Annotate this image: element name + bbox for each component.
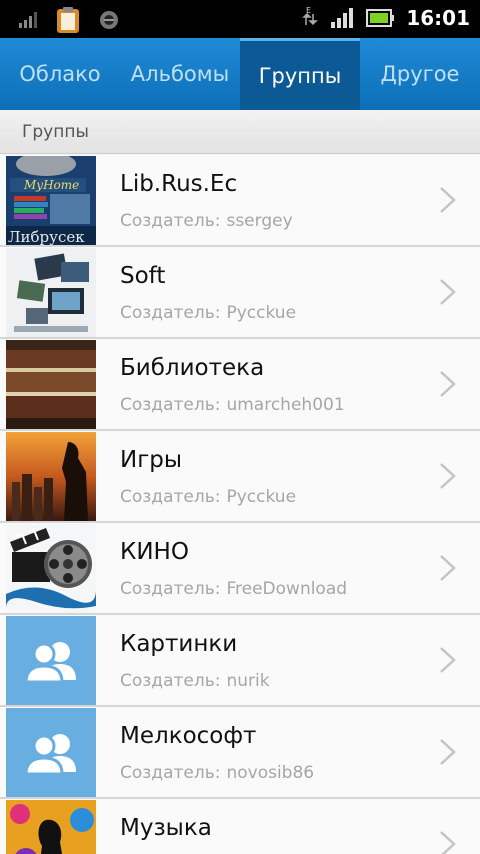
- list-item[interactable]: Мелкософт Создатель: novosib86: [0, 707, 480, 799]
- list-item[interactable]: MyHome Либрусек Lib.Rus.Ec Создатель: sse…: [0, 155, 480, 247]
- cinema-thumbnail: [6, 524, 96, 613]
- group-creator: Создатель: Pycckue: [120, 487, 297, 507]
- chevron-right-icon: [440, 463, 456, 489]
- data-transfer-icon: E: [302, 6, 319, 26]
- group-creator: Создатель: ssergey: [120, 211, 293, 231]
- svg-text:Либрусек: Либрусек: [8, 228, 85, 245]
- clock: 16:01: [406, 6, 470, 30]
- tab-albums[interactable]: Альбомы: [120, 38, 240, 110]
- chevron-right-icon: [440, 187, 456, 213]
- signal-weak-icon: [19, 12, 37, 28]
- tab-groups[interactable]: Группы: [240, 38, 360, 110]
- sync-icon: [100, 11, 118, 29]
- group-title: Soft: [120, 263, 166, 289]
- group-creator: Создатель: novosib86: [120, 763, 315, 783]
- list-item[interactable]: Музыка: [0, 799, 480, 854]
- groups-list: MyHome Либрусек Lib.Rus.Ec Создатель: sse…: [0, 155, 480, 854]
- chevron-right-icon: [440, 831, 456, 854]
- group-title: Музыка: [120, 815, 212, 841]
- games-thumbnail: [6, 432, 96, 521]
- tab-cloud[interactable]: Облако: [0, 38, 120, 110]
- librusec-thumbnail: MyHome Либрусек: [6, 156, 96, 245]
- music-thumbnail: [6, 800, 96, 854]
- tab-other[interactable]: Другое: [360, 38, 480, 110]
- group-creator: Создатель: umarcheh001: [120, 395, 345, 415]
- group-title: КИНО: [120, 539, 189, 565]
- list-item[interactable]: Игры Создатель: Pycckue: [0, 431, 480, 523]
- list-item[interactable]: Картинки Создатель: nurik: [0, 615, 480, 707]
- soft-thumbnail: [6, 248, 96, 337]
- group-default-icon: [6, 616, 96, 705]
- group-default-icon: [6, 708, 96, 797]
- svg-text:MyHome: MyHome: [23, 178, 79, 192]
- group-creator: Создатель: nurik: [120, 671, 270, 691]
- group-title: Картинки: [120, 631, 238, 657]
- chevron-right-icon: [440, 647, 456, 673]
- chevron-right-icon: [440, 555, 456, 581]
- battery-icon: [366, 9, 395, 27]
- group-title: Игры: [120, 447, 183, 473]
- list-item[interactable]: Soft Создатель: Pycckue: [0, 247, 480, 339]
- status-bar: E 16:01: [0, 0, 480, 38]
- chevron-right-icon: [440, 739, 456, 765]
- chevron-right-icon: [440, 279, 456, 305]
- section-header: Группы: [0, 110, 480, 154]
- chevron-right-icon: [440, 371, 456, 397]
- clipboard-icon: [57, 7, 79, 33]
- list-item[interactable]: КИНО Создатель: FreeDownload: [0, 523, 480, 615]
- group-creator: Создатель: FreeDownload: [120, 579, 348, 599]
- group-title: Библиотека: [120, 355, 265, 381]
- books-thumbnail: [6, 340, 96, 429]
- signal-strength-icon: [331, 8, 354, 28]
- tab-bar: Облако Альбомы Группы Другое: [0, 38, 480, 110]
- list-item[interactable]: Библиотека Создатель: umarcheh001: [0, 339, 480, 431]
- group-title: Lib.Rus.Ec: [120, 171, 238, 197]
- group-creator: Создатель: Pycckue: [120, 303, 297, 323]
- group-title: Мелкософт: [120, 723, 257, 749]
